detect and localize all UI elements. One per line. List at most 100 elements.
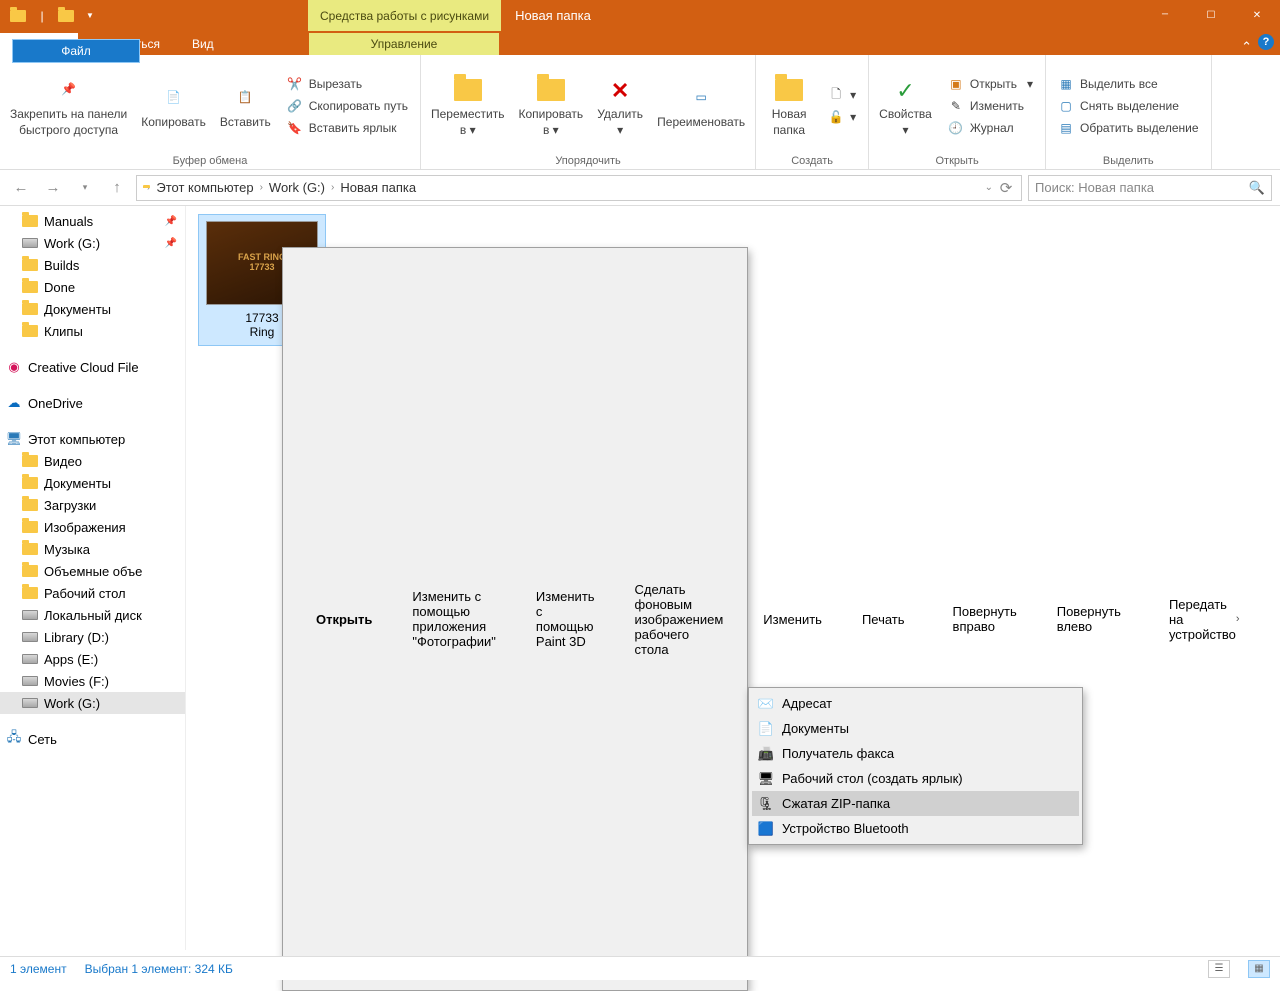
tree-ccf[interactable]: ◉Creative Cloud File [0,356,185,378]
up-button[interactable]: ↑ [104,175,130,201]
move-to-button[interactable]: Переместитьв ▾ [427,70,509,142]
breadcrumb[interactable]: › Этот компьютер › Work (G:) › Новая пап… [136,175,1022,201]
search-icon[interactable]: 🔍 [1249,180,1265,196]
menu-item[interactable]: Изменить с помощью Paint 3D [506,251,605,987]
copy-path-button[interactable]: 🔗Скопировать путь [281,96,414,116]
easy-access-button[interactable]: 🔓▾ [822,107,862,127]
select-none-button[interactable]: ▢Снять выделение [1052,96,1205,116]
tree-item[interactable]: Объемные объе [0,560,185,582]
submenu-item[interactable]: 📄Документы [752,716,1079,741]
tree-item[interactable]: Manuals📌 [0,210,185,232]
help-icon[interactable]: ? [1258,34,1274,50]
submenu-item[interactable]: 🟦Устройство Bluetooth [752,816,1079,841]
select-all-button[interactable]: ▦Выделить все [1052,74,1205,94]
details-view-button[interactable]: ☰ [1208,960,1230,978]
search-input[interactable] [1035,180,1249,195]
tree-item[interactable]: Видео [0,450,185,472]
menu-item[interactable]: Повернуть вправо [923,251,1027,987]
forward-button[interactable]: → [40,175,66,201]
tree-item[interactable]: Apps (E:) [0,648,185,670]
tab-manage[interactable]: Управление [309,33,499,55]
tree-item[interactable]: Builds [0,254,185,276]
edit-button[interactable]: ✎Изменить [942,96,1039,116]
menu-item[interactable]: Изменить с помощью приложения "Фотографи… [382,251,506,987]
refresh-button[interactable]: ⟳ [997,175,1015,201]
address-dropdown-icon[interactable]: ⌄ [985,182,993,193]
minimize-button[interactable]: ─ [1142,0,1188,31]
tab-file[interactable]: Файл [12,39,140,63]
menu-item[interactable]: Открыть [286,251,382,987]
folder-icon [22,257,38,273]
back-button[interactable]: ← [8,175,34,201]
qat-properties-icon[interactable] [58,8,74,24]
menu-item[interactable]: Изменить [733,251,832,987]
nav-tree[interactable]: Manuals📌Work (G:)📌BuildsDoneДокументыКли… [0,206,186,950]
tree-item[interactable]: Done [0,276,185,298]
ribbon-group-select: ▦Выделить все ▢Снять выделение ▤Обратить… [1046,55,1212,169]
explorer-icon [10,8,26,24]
ribbon-collapse-icon[interactable]: ⌃ [1241,39,1252,55]
folder-icon [22,213,38,229]
copy-to-button[interactable]: Копироватьв ▾ [515,70,588,142]
history-button[interactable]: 🕘Журнал [942,118,1039,138]
tree-item[interactable]: Library (D:) [0,626,185,648]
tree-item[interactable]: Документы [0,298,185,320]
new-item-button[interactable]: 🗋▾ [822,85,862,105]
menu-item[interactable]: 7-Zip› [1250,251,1280,987]
tree-item[interactable]: Локальный диск [0,604,185,626]
properties-button[interactable]: ✓Свойства▾ [875,70,936,142]
crumb-folder[interactable]: Новая папка [338,180,418,195]
thumbnails-view-button[interactable]: ▦ [1248,960,1270,978]
tree-item[interactable]: Музыка [0,538,185,560]
close-button[interactable]: ✕ [1234,0,1280,31]
new-folder-button[interactable]: Новаяпапка [762,70,816,142]
submenu-item[interactable]: 📠Получатель факса [752,741,1079,766]
tree-this-pc[interactable]: 🖥Этот компьютер [0,428,185,450]
tree-item[interactable]: Рабочий стол [0,582,185,604]
edit-icon: ✎ [948,98,964,114]
menu-item[interactable]: Печать [832,251,915,987]
tree-item[interactable]: Work (G:) [0,692,185,714]
invert-selection-button[interactable]: ▤Обратить выделение [1052,118,1205,138]
desktop-icon: 🖥 [758,771,774,787]
chevron-icon[interactable]: › [260,182,263,193]
crumb-drive[interactable]: Work (G:) [267,180,327,195]
menu-item[interactable]: Передать на устройство› [1139,251,1250,987]
chevron-icon[interactable]: › [331,182,334,193]
qat-dropdown-icon[interactable]: ▼ [82,8,98,24]
tree-item[interactable]: Work (G:)📌 [0,232,185,254]
menu-item[interactable]: Повернуть влево [1027,251,1131,987]
disk-icon [22,695,38,711]
open-button[interactable]: ▣Открыть▾ [942,74,1039,94]
ribbon-group-new: Новаяпапка 🗋▾ 🔓▾ Создать [756,55,869,169]
folder-icon [22,541,38,557]
tree-item[interactable]: Клипы [0,320,185,342]
menu-item[interactable]: Сделать фоновым изображением рабочего ст… [605,251,734,987]
submenu-item[interactable]: 🗜Сжатая ZIP-папка [752,791,1079,816]
paste-icon: 📋 [229,82,261,114]
address-bar: ← → ▾ ↑ › Этот компьютер › Work (G:) › Н… [0,170,1280,206]
tab-view[interactable]: Вид [176,33,230,55]
submenu-item[interactable]: ✉️Адресат [752,691,1079,716]
folder-icon [22,301,38,317]
tree-item[interactable]: Загрузки [0,494,185,516]
maximize-button[interactable]: ☐ [1188,0,1234,31]
chevron-icon[interactable]: › [147,182,150,193]
tree-network[interactable]: 🖧Сеть [0,728,185,750]
submenu-item[interactable]: 🖥Рабочий стол (создать ярлык) [752,766,1079,791]
search-box[interactable]: 🔍 [1028,175,1272,201]
paste-shortcut-button[interactable]: 🔖Вставить ярлык [281,118,414,138]
paste-button[interactable]: 📋 Вставить [216,78,275,134]
tree-item[interactable]: Документы [0,472,185,494]
tree-onedrive[interactable]: ☁OneDrive [0,392,185,414]
pin-to-quick-access-button[interactable]: 📌 Закрепить на панелибыстрого доступа [6,70,131,142]
rename-button[interactable]: ▭Переименовать [653,78,749,134]
recent-dropdown[interactable]: ▾ [72,175,98,201]
copy-button[interactable]: 📄 Копировать [137,78,210,134]
cut-button[interactable]: ✂️Вырезать [281,74,414,94]
delete-button[interactable]: ✕Удалить▾ [593,70,647,142]
tree-item[interactable]: Изображения [0,516,185,538]
folder-icon [22,279,38,295]
tree-item[interactable]: Movies (F:) [0,670,185,692]
crumb-this-pc[interactable]: Этот компьютер [154,180,255,195]
